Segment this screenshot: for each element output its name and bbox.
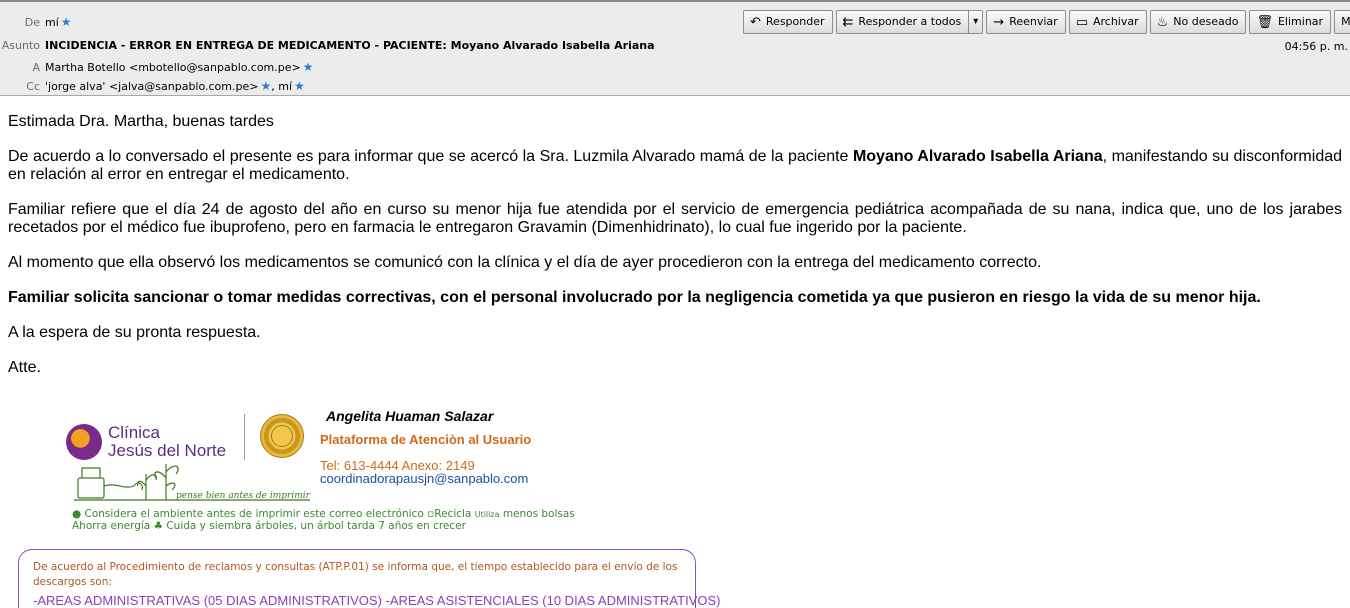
to-value[interactable]: Martha Botello <mbotello@sanpablo.com.pe…	[45, 61, 301, 74]
forward-icon: →	[993, 14, 1005, 30]
signature-email-link[interactable]: coordinadorapausjn@sanpablo.com	[320, 471, 528, 486]
patient-name: Moyano Alvarado Isabella Ariana	[852, 148, 1103, 165]
chevron-down-icon: ▾	[973, 16, 979, 27]
forward-label: Reenviar	[1009, 15, 1058, 28]
delete-label: Eliminar	[1277, 15, 1324, 28]
forward-button[interactable]: → Reenviar	[986, 10, 1066, 34]
logo-divider	[244, 414, 245, 460]
cc-label: Cc	[26, 80, 40, 93]
junk-button[interactable]: ♨ No deseado	[1149, 10, 1247, 34]
signature-role: Plataforma de Atenciòn al Usuario	[320, 432, 532, 447]
cc-extra[interactable]: , mí	[271, 80, 292, 93]
reply-all-icon: ⇇	[842, 14, 854, 30]
reply-button[interactable]: ↶ Responder	[743, 10, 833, 34]
paragraph-4: Familiar solicita sancionar o tomar medi…	[8, 289, 1342, 307]
from-value[interactable]: mí	[45, 16, 59, 29]
subject-value: INCIDENCIA - ERROR EN ENTREGA DE MEDICAM…	[45, 39, 655, 52]
reply-label: Responder	[765, 15, 825, 28]
message-time: 04:56 p. m.	[1284, 40, 1348, 53]
reply-all-split: ⇇ Responder a todos ▾	[835, 10, 984, 34]
tree-icon: ♣	[153, 520, 163, 532]
archive-button[interactable]: ▭ Archivar	[1068, 10, 1147, 34]
eco-message-line-2: Ahorra energía ♣ Cuida y siembra árboles…	[72, 520, 466, 533]
greeting: Estimada Dra. Martha, buenas tardes	[8, 113, 274, 130]
signoff: Atte.	[8, 359, 41, 376]
paragraph-1: De acuerdo a lo conversado el presente e…	[8, 148, 1342, 184]
reply-all-label: Responder a todos	[858, 15, 962, 28]
cc-value[interactable]: 'jorge alva' <jalva@sanpablo.com.pe>	[45, 80, 258, 93]
accreditation-seal-icon	[260, 414, 304, 458]
p1-text-start: De acuerdo a lo conversado el presente e…	[8, 148, 853, 165]
from-label: De	[24, 16, 40, 29]
request-text: Familiar solicita sancionar o tomar medi…	[8, 289, 1261, 306]
star-icon[interactable]: ★	[303, 58, 314, 76]
archive-label: Archivar	[1092, 15, 1139, 28]
message-header: De mí ★ Asunto INCIDENCIA - ERROR EN ENTREG…	[0, 0, 1350, 96]
message-toolbar: ↶ Responder ⇇ Responder a todos ▾ → Reenvia…	[743, 10, 1350, 34]
cc-row: Cc'jorge alva' <jalva@sanpablo.com.pe> ★,…	[0, 77, 305, 95]
star-icon[interactable]: ★	[294, 77, 305, 95]
paragraph-2: Familiar refiere que el día 24 de agosto…	[8, 201, 1342, 236]
paragraph-5: A la espera de su pronta respuesta.	[8, 324, 261, 341]
logo-line-1: Clínica	[108, 423, 160, 442]
clinic-logo-icon	[66, 424, 102, 460]
eco-text-1c: menos bolsas	[502, 508, 575, 520]
eco-text-2a: Ahorra energía	[72, 520, 151, 532]
eco-text-1: Considera el ambiente antes de imprimir …	[84, 508, 424, 520]
to-row: A Martha Botello <mbotello@sanpablo.com.p…	[0, 58, 314, 76]
star-icon[interactable]: ★	[61, 13, 72, 31]
globe-icon: ●	[72, 508, 82, 520]
reply-icon: ↶	[750, 14, 761, 30]
more-label: Más	[1341, 15, 1350, 28]
eco-text-1-small: Utiliza	[474, 510, 500, 519]
subject-label: Asunto	[1, 39, 40, 52]
flame-icon: ♨	[1156, 14, 1169, 30]
eco-slogan: pense bien antes de imprimir	[176, 491, 310, 501]
eco-text-1b: Recicla	[434, 508, 472, 520]
more-button[interactable]: Más	[1334, 10, 1350, 34]
signature-name: Angelita Huaman Salazar	[326, 408, 494, 424]
message-body: Estimada Dra. Martha, buenas tardes De a…	[8, 113, 1342, 394]
star-icon[interactable]: ★	[260, 77, 271, 95]
reply-all-button[interactable]: ⇇ Responder a todos	[835, 10, 970, 34]
logo-line-2: Jesús del Norte	[108, 441, 227, 460]
to-label: A	[32, 61, 40, 74]
junk-label: No deseado	[1173, 15, 1239, 28]
paragraph-3: Al momento que ella observó los medicame…	[8, 254, 1042, 271]
reply-all-dropdown[interactable]: ▾	[969, 10, 984, 34]
subject-row: Asunto INCIDENCIA - ERROR EN ENTREGA DE M…	[0, 37, 655, 55]
procedure-notice: De acuerdo al Procedimiento de reclamos …	[18, 549, 720, 608]
eco-text-2b: Cuida y siembra árboles, un árbol tarda …	[166, 520, 466, 532]
archive-icon: ▭	[1075, 14, 1088, 30]
from-row: De mí ★	[0, 13, 72, 31]
trash-icon: 🗑	[1256, 14, 1273, 30]
delete-button[interactable]: 🗑 Eliminar	[1249, 10, 1332, 34]
notice-text: De acuerdo al Procedimiento de reclamos …	[33, 561, 678, 588]
notice-areas: -AREAS ADMINISTRATIVAS (05 DIAS ADMINIST…	[33, 593, 721, 608]
